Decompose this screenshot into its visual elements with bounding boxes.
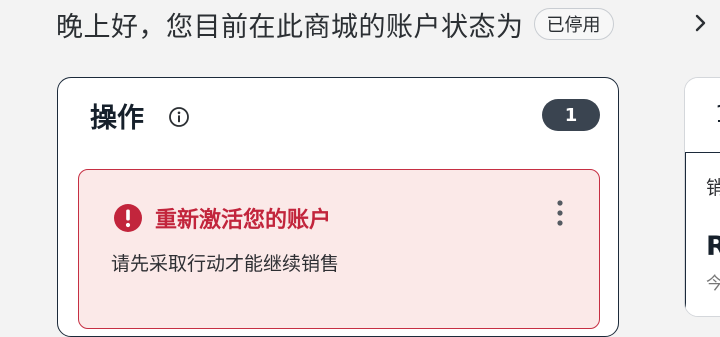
side-card-header: 1 bbox=[685, 78, 720, 152]
side-card-today-label: 今 bbox=[706, 269, 720, 294]
account-status-header: 晚上好，您目前在此商城的账户状态为 已停用 bbox=[56, 4, 614, 44]
greeting-text: 晚上好，您目前在此商城的账户状态为 bbox=[56, 11, 524, 43]
alert-title: 重新激活您的账户 bbox=[155, 208, 332, 233]
alert-description: 请先采取行动才能继续销售 bbox=[111, 253, 340, 275]
action-count-badge: 1 bbox=[542, 99, 600, 131]
side-card-top-text: 1 bbox=[715, 100, 720, 128]
actions-card: 操作 1 重新激活您的账户 请先采取行动才能继续销售 bbox=[57, 77, 619, 337]
more-options-icon[interactable] bbox=[555, 198, 565, 228]
error-icon bbox=[114, 204, 142, 232]
chevron-right-icon[interactable] bbox=[692, 10, 710, 36]
side-card: 1 销 R 今 bbox=[684, 77, 720, 317]
reactivate-account-alert[interactable]: 重新激活您的账户 请先采取行动才能继续销售 bbox=[78, 169, 600, 329]
side-card-panel[interactable]: 销 R 今 bbox=[685, 152, 720, 316]
side-card-sales-label: 销 bbox=[706, 173, 720, 200]
side-card-value: R bbox=[706, 231, 720, 262]
info-icon[interactable] bbox=[168, 106, 190, 128]
status-badge[interactable]: 已停用 bbox=[533, 8, 614, 40]
actions-card-title: 操作 bbox=[90, 103, 144, 134]
